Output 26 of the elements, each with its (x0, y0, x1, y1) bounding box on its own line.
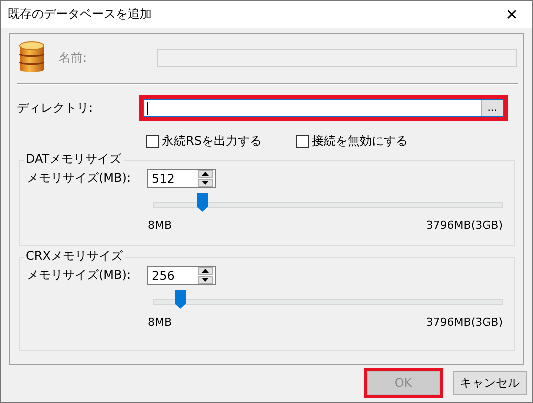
slider-thumb[interactable] (174, 290, 186, 309)
directory-field[interactable]: ... (143, 99, 504, 117)
group-title: CRXメモリサイズ (24, 249, 125, 263)
slider-thumb[interactable] (197, 193, 208, 212)
browse-button[interactable]: ... (481, 100, 503, 116)
min-label: 8MB (148, 316, 172, 329)
database-icon (19, 41, 45, 75)
spin-box[interactable]: 256 (147, 266, 216, 285)
dialog-button[interactable]: キャンセル (453, 371, 527, 395)
window-title: 既存のデータベースを追加 (7, 6, 152, 23)
checkbox-label: 接続を無効にする (312, 133, 408, 150)
min-label: 8MB (148, 219, 172, 232)
name-label: 名前: (58, 50, 88, 66)
spin-arrows-icon[interactable] (198, 267, 213, 284)
spin-box[interactable]: 512 (147, 169, 216, 188)
max-label: 3796MB(3GB) (426, 316, 503, 329)
checkbox[interactable] (296, 135, 309, 148)
field-label: メモリサイズ(MB): (27, 267, 132, 284)
group-title: DATメモリサイズ (24, 152, 124, 166)
directory-label: ディレクトリ: (16, 100, 94, 116)
field-label: メモリサイズ(MB): (27, 170, 132, 187)
spin-arrows-icon[interactable] (198, 170, 213, 187)
checkbox[interactable] (146, 135, 159, 148)
close-button[interactable]: ✕ (492, 1, 532, 28)
max-label: 3796MB(3GB) (426, 219, 503, 232)
checkbox-label: 永続RSを出力する (162, 133, 262, 150)
